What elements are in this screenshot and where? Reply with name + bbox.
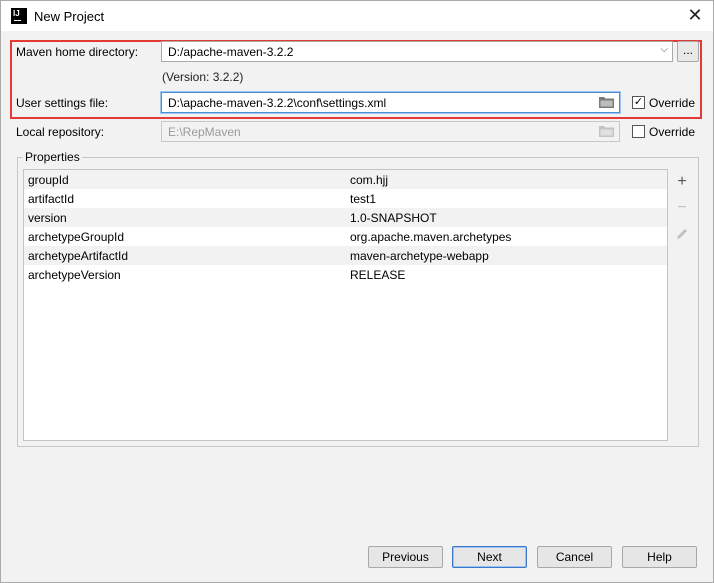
maven-version-text: (Version: 3.2.2) — [162, 70, 244, 84]
table-row[interactable]: archetypeGroupId org.apache.maven.archet… — [24, 227, 667, 246]
cancel-button[interactable]: Cancel — [537, 546, 612, 568]
help-button[interactable]: Help — [622, 546, 697, 568]
new-project-dialog: IJ New Project ✕ Maven home directory: D… — [0, 0, 714, 583]
table-row[interactable]: archetypeVersion RELEASE — [24, 265, 667, 284]
maven-home-combo[interactable]: D:/apache-maven-3.2.2 ⌵ — [161, 41, 673, 62]
property-key: version — [28, 211, 67, 225]
maven-home-label: Maven home directory: — [16, 45, 139, 59]
local-repo-value: E:\RepMaven — [168, 125, 241, 139]
property-value: com.hjj — [350, 173, 389, 187]
user-settings-field[interactable]: D:\apache-maven-3.2.2\conf\settings.xml — [161, 92, 620, 113]
user-settings-override-checkbox[interactable]: ✓ — [632, 96, 645, 109]
user-settings-value: D:\apache-maven-3.2.2\conf\settings.xml — [168, 96, 387, 110]
property-key: artifactId — [28, 192, 75, 206]
table-row[interactable]: groupId com.hjj — [24, 170, 667, 189]
table-row[interactable]: version 1.0-SNAPSHOT — [24, 208, 667, 227]
local-repo-override-checkbox[interactable] — [632, 125, 645, 138]
properties-toolbar: + − — [669, 169, 695, 441]
local-repo-override-label: Override — [649, 125, 696, 139]
plus-icon[interactable]: + — [673, 173, 691, 191]
maven-home-value: D:/apache-maven-3.2.2 — [168, 45, 294, 59]
user-settings-label: User settings file: — [16, 96, 109, 110]
window-title: New Project — [34, 9, 105, 24]
property-key: archetypeGroupId — [28, 230, 125, 244]
local-repo-field: E:\RepMaven — [161, 121, 620, 142]
property-value: test1 — [350, 192, 377, 206]
minus-icon[interactable]: − — [673, 199, 691, 217]
dialog-content: Maven home directory: D:/apache-maven-3.… — [1, 31, 713, 582]
title-bar: IJ New Project ✕ — [1, 1, 713, 31]
property-key: archetypeVersion — [28, 268, 121, 282]
property-key: groupId — [28, 173, 69, 187]
maven-home-browse-button[interactable]: ... — [677, 41, 699, 62]
properties-table: groupId com.hjj artifactId test1 version… — [23, 169, 668, 441]
close-icon[interactable]: ✕ — [685, 5, 705, 25]
previous-button[interactable]: Previous — [368, 546, 443, 568]
intellij-icon: IJ — [11, 8, 27, 24]
property-value: org.apache.maven.archetypes — [350, 230, 512, 244]
property-value: maven-archetype-webapp — [350, 249, 489, 263]
next-button[interactable]: Next — [452, 546, 527, 568]
property-value: RELEASE — [350, 268, 406, 282]
pencil-icon[interactable] — [673, 225, 691, 243]
table-row[interactable]: artifactId test1 — [24, 189, 667, 208]
chevron-down-icon[interactable]: ⌵ — [660, 44, 668, 55]
folder-icon — [599, 126, 614, 137]
property-key: archetypeArtifactId — [28, 249, 129, 263]
properties-label: Properties — [23, 150, 82, 164]
user-settings-override-label: Override — [649, 96, 696, 110]
local-repo-label: Local repository: — [16, 125, 105, 139]
property-value: 1.0-SNAPSHOT — [350, 211, 437, 225]
folder-icon[interactable] — [599, 96, 614, 108]
table-row[interactable]: archetypeArtifactId maven-archetype-weba… — [24, 246, 667, 265]
